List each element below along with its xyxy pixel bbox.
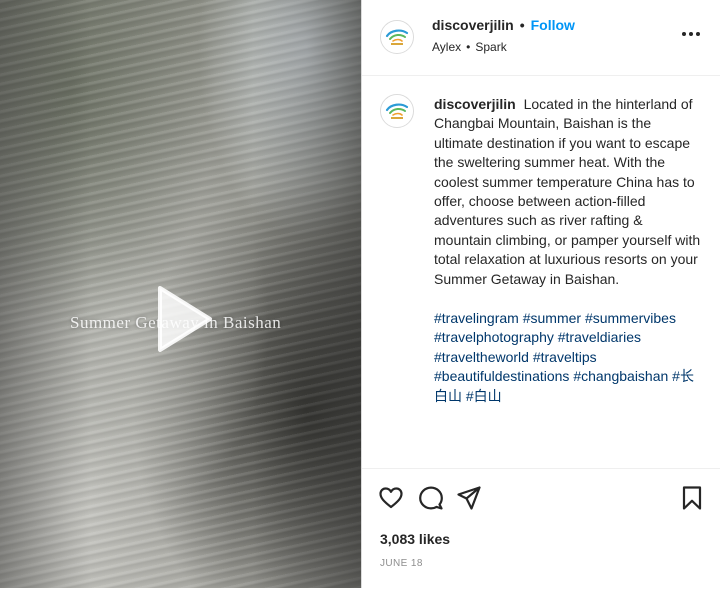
post-header: discoverjilin • Follow Aylex • Spark [362, 0, 720, 76]
audio-info[interactable]: Aylex • Spark [432, 40, 507, 54]
comments-section[interactable]: discoverjilin Located in the hinterland … [362, 76, 720, 468]
audio-artist: Aylex [432, 40, 462, 54]
post-date[interactable]: JUNE 18 [380, 558, 423, 569]
audio-separator: • [466, 40, 471, 54]
instagram-post: Summer Getaway in Baishan discoverjilin … [0, 0, 720, 588]
post-sidebar: discoverjilin • Follow Aylex • Spark dis… [361, 0, 720, 588]
discoverjilin-logo-icon [381, 21, 413, 53]
caption-body: Located in the hinterland of Changbai Mo… [434, 96, 701, 287]
play-icon[interactable] [148, 284, 218, 354]
post-video[interactable]: Summer Getaway in Baishan [0, 0, 361, 588]
post-caption: discoverjilin Located in the hinterland … [434, 95, 704, 406]
avatar[interactable] [380, 20, 414, 54]
caption-username[interactable]: discoverjilin [434, 96, 516, 112]
share-icon[interactable] [456, 485, 482, 511]
bookmark-icon[interactable] [679, 485, 705, 511]
heart-icon[interactable] [378, 485, 404, 511]
header-username[interactable]: discoverjilin [432, 17, 514, 33]
post-actions: 3,083 likes JUNE 18 [362, 468, 720, 589]
caption-avatar[interactable] [380, 94, 414, 128]
likes-count[interactable]: 3,083 likes [380, 531, 450, 547]
hashtags[interactable]: #travelingram #summer #summervibes #trav… [434, 309, 704, 406]
discoverjilin-logo-icon [381, 95, 413, 127]
header-separator: • [519, 17, 525, 33]
more-horizontal-icon[interactable] [680, 27, 702, 41]
header-title-row: discoverjilin • Follow [432, 17, 575, 33]
comment-icon[interactable] [418, 485, 444, 511]
follow-button[interactable]: Follow [531, 17, 575, 33]
audio-track: Spark [475, 40, 507, 54]
